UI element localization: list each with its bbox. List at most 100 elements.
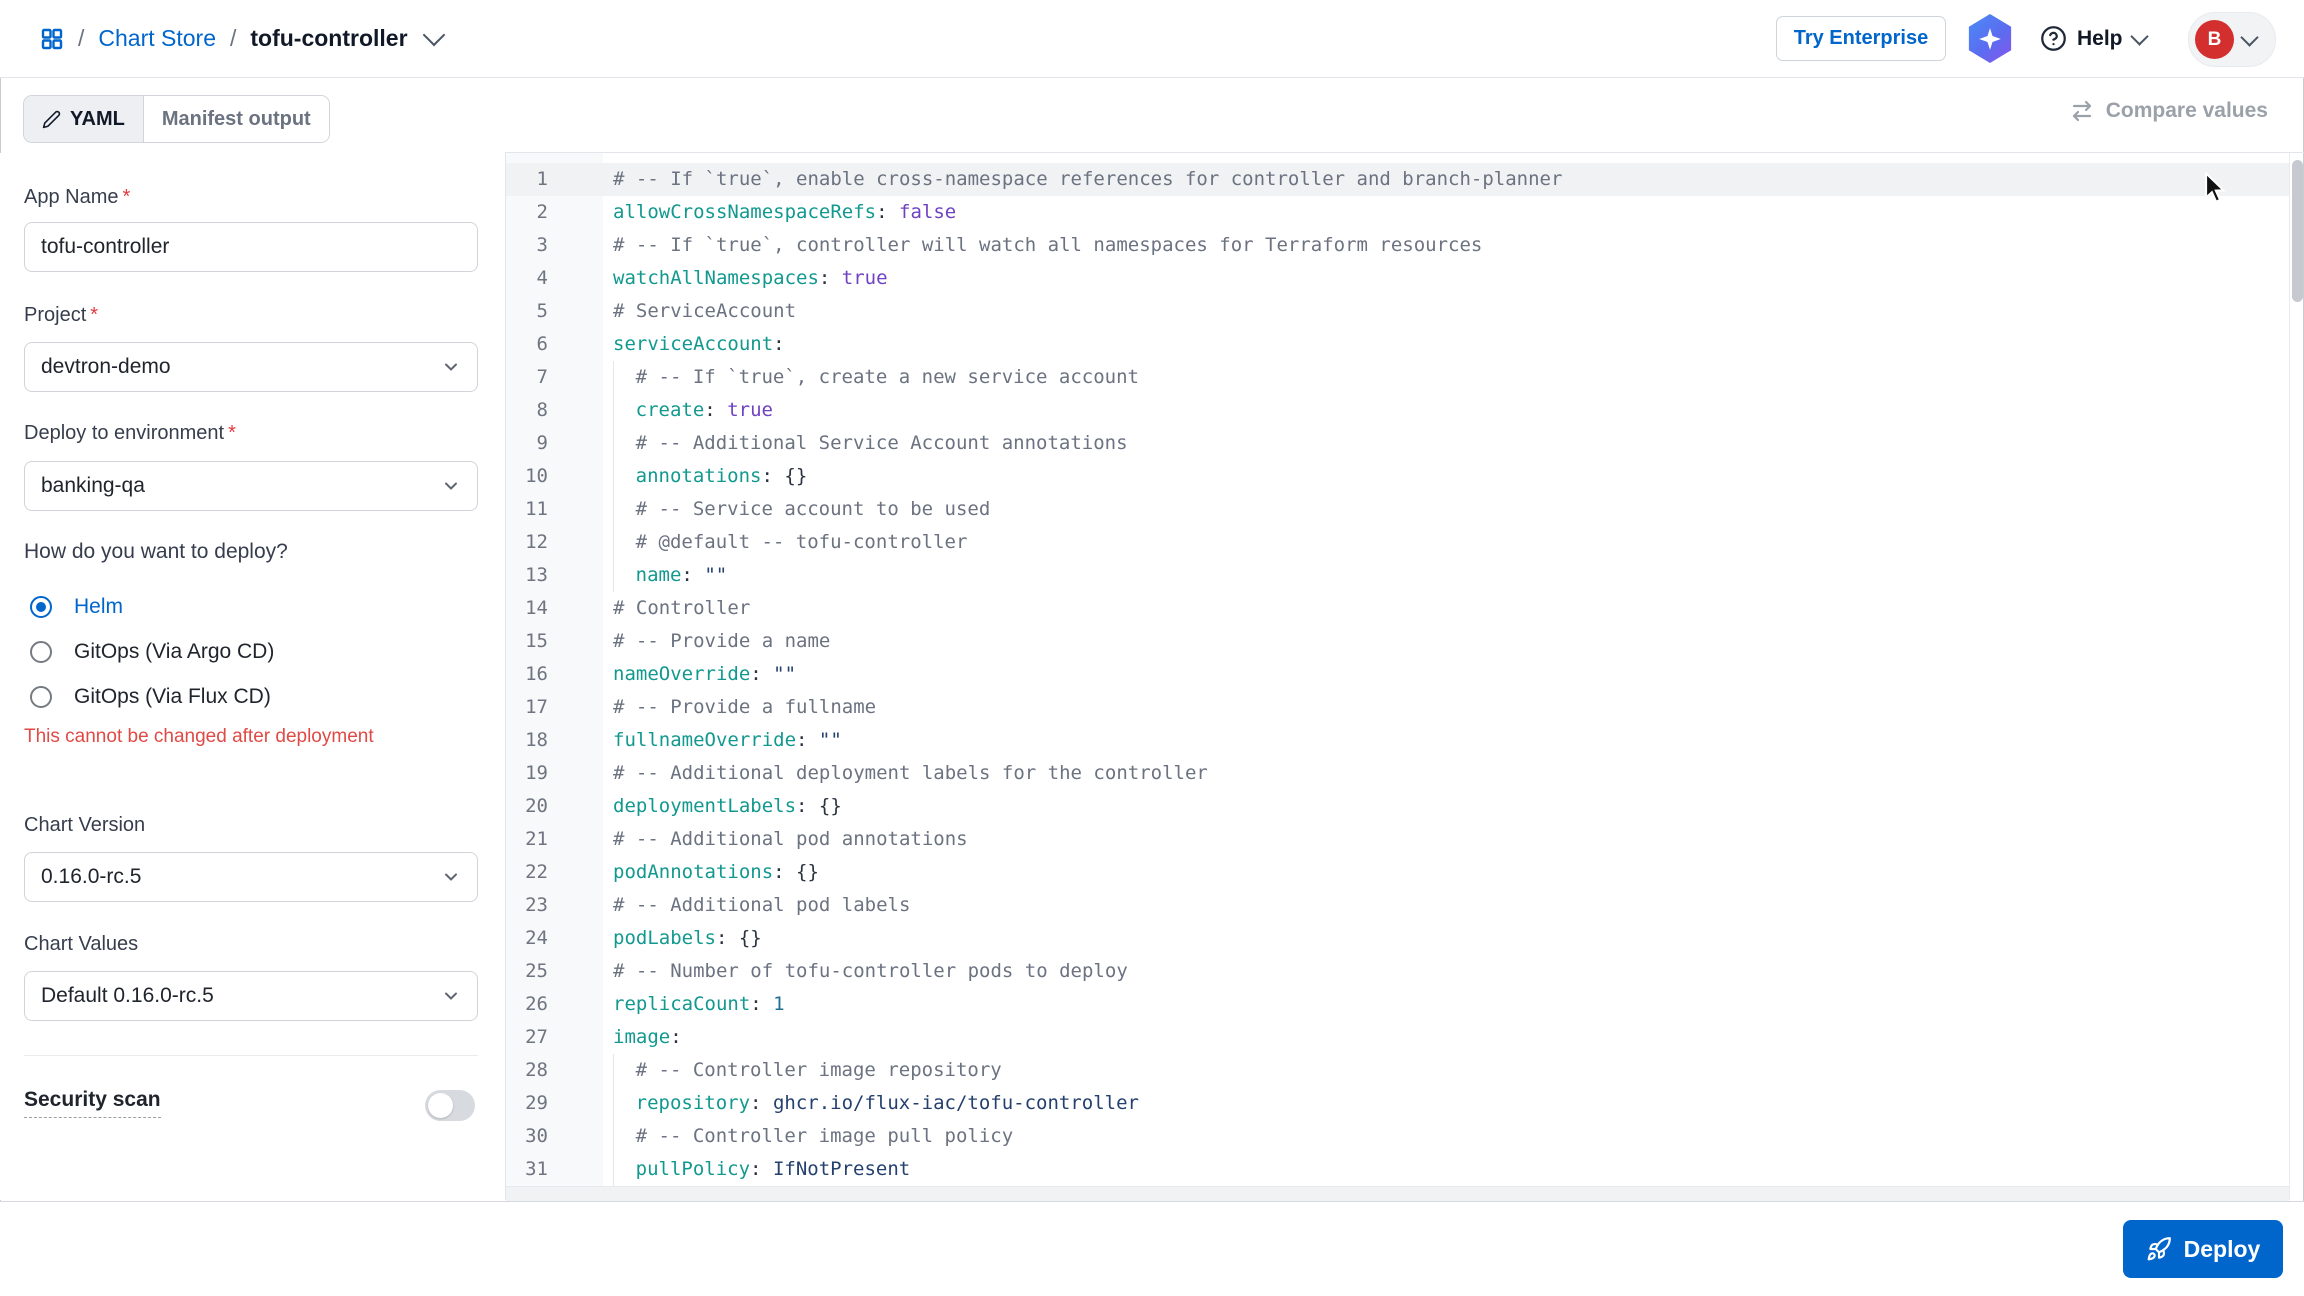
project-select[interactable]: devtron-demo: [24, 342, 478, 392]
line-number: 14: [525, 597, 548, 619]
deploy-option-gitops-flux[interactable]: GitOps (Via Flux CD): [30, 682, 271, 712]
code-text: replicaCount: 1: [613, 993, 785, 1015]
code-text: # @default -- tofu-controller: [635, 531, 968, 553]
deploy-option-gitops-argo[interactable]: GitOps (Via Argo CD): [30, 637, 274, 667]
chart-values-select[interactable]: Default 0.16.0-rc.5: [24, 971, 478, 1021]
code-line[interactable]: 29 repository: ghcr.io/flux-iac/tofu-cont…: [506, 1087, 2289, 1120]
swap-arrows-icon: [2070, 99, 2094, 123]
code-line[interactable]: 4 watchAllNamespaces: true: [506, 262, 2289, 295]
app-window: / Chart Store / tofu-controller Try Ente…: [0, 0, 2304, 1296]
line-number: 29: [525, 1092, 548, 1114]
code-line[interactable]: 12 # @default -- tofu-controller: [506, 526, 2289, 559]
code-line[interactable]: 21 # -- Additional pod annotations: [506, 823, 2289, 856]
code-line[interactable]: 6 serviceAccount:: [506, 328, 2289, 361]
line-number: 25: [525, 960, 548, 982]
code-line[interactable]: 11 # -- Service account to be used: [506, 493, 2289, 526]
code-line[interactable]: 14 # Controller: [506, 592, 2289, 625]
tab-manifest-output-label: Manifest output: [161, 107, 311, 130]
code-line[interactable]: 20 deploymentLabels: {}: [506, 790, 2289, 823]
code-line[interactable]: 13 name: "": [506, 559, 2289, 592]
line-number: 22: [525, 861, 548, 883]
breadcrumb-app-name: tofu-controller: [250, 25, 408, 51]
line-number: 13: [525, 564, 548, 586]
code-line[interactable]: 31 pullPolicy: IfNotPresent: [506, 1153, 2289, 1186]
code-line[interactable]: 25 # -- Number of tofu-controller pods to…: [506, 955, 2289, 988]
code-text: watchAllNamespaces: true: [613, 267, 888, 289]
radio-icon: [30, 686, 52, 708]
ai-assistant-icon[interactable]: [1968, 14, 2012, 63]
code-text: # -- If `true`, enable cross-namespace r…: [613, 168, 1563, 190]
required-marker: *: [228, 422, 236, 444]
help-chevron-down-icon: [2129, 26, 2149, 46]
chevron-down-icon: [441, 986, 461, 1006]
code-text: deploymentLabels: {}: [613, 795, 842, 817]
code-line[interactable]: 27 image:: [506, 1021, 2289, 1054]
code-line[interactable]: 18 fullnameOverride: "": [506, 724, 2289, 757]
code-line[interactable]: 15 # -- Provide a name: [506, 625, 2289, 658]
line-number: 17: [525, 696, 548, 718]
line-number: 28: [525, 1059, 548, 1081]
code-line[interactable]: 17 # -- Provide a fullname: [506, 691, 2289, 724]
chart-version-selected-value: 0.16.0-rc.5: [41, 865, 142, 888]
line-number: 30: [525, 1125, 548, 1147]
tab-manifest-output[interactable]: Manifest output: [143, 96, 329, 142]
code-line[interactable]: 3 # -- If `true`, controller will watch a…: [506, 229, 2289, 262]
line-number: 3: [536, 234, 548, 256]
code-line[interactable]: 1 # -- If `true`, enable cross-namespace …: [506, 163, 2289, 196]
deploy-option-helm[interactable]: Helm: [30, 592, 123, 622]
deploy-button[interactable]: Deploy: [2123, 1220, 2283, 1278]
code-line[interactable]: 30 # -- Controller image pull policy: [506, 1120, 2289, 1153]
radio-icon: [30, 641, 52, 663]
security-scan-toggle[interactable]: [425, 1090, 475, 1121]
toggle-knob: [428, 1093, 453, 1118]
line-number: 7: [536, 366, 548, 388]
code-text: # -- Provide a name: [613, 630, 831, 652]
code-line[interactable]: 7 # -- If `true`, create a new service ac…: [506, 361, 2289, 394]
user-menu[interactable]: B: [2188, 12, 2276, 67]
code-line[interactable]: 26 replicaCount: 1: [506, 988, 2289, 1021]
code-line[interactable]: 16 nameOverride: "": [506, 658, 2289, 691]
code-line[interactable]: 10 annotations: {}: [506, 460, 2289, 493]
code-line[interactable]: 24 podLabels: {}: [506, 922, 2289, 955]
code-text: # -- Additional Service Account annotati…: [635, 432, 1128, 454]
code-line[interactable]: 2 allowCrossNamespaceRefs: false: [506, 196, 2289, 229]
code-line[interactable]: 9 # -- Additional Service Account annotat…: [506, 427, 2289, 460]
app-name-input[interactable]: [24, 222, 478, 272]
help-menu[interactable]: Help: [2040, 0, 2149, 77]
line-number: 4: [536, 267, 548, 289]
line-number: 8: [536, 399, 548, 421]
line-number: 1: [536, 168, 548, 190]
code-line[interactable]: 19 # -- Additional deployment labels for …: [506, 757, 2289, 790]
code-text: # -- Controller image repository: [635, 1059, 1002, 1081]
rocket-icon: [2146, 1236, 2172, 1262]
line-number: 26: [525, 993, 548, 1015]
code-text: name: "": [635, 564, 728, 586]
tab-yaml[interactable]: YAML: [24, 96, 144, 142]
code-text: # -- If `true`, controller will watch al…: [613, 234, 1483, 256]
environment-select[interactable]: banking-qa: [24, 461, 478, 511]
chevron-down-icon: [441, 476, 461, 496]
apps-grid-icon[interactable]: [40, 27, 64, 51]
compare-values-button[interactable]: Compare values: [2070, 99, 2268, 123]
line-number: 31: [525, 1158, 548, 1180]
code-line[interactable]: 22 podAnnotations: {}: [506, 856, 2289, 889]
bottom-action-bar: [0, 1201, 2304, 1296]
try-enterprise-button[interactable]: Try Enterprise: [1776, 16, 1946, 61]
breadcrumb: / Chart Store / tofu-controller: [40, 0, 445, 77]
chart-version-label: Chart Version: [24, 814, 146, 836]
environment-label: Deploy to environment *: [24, 422, 236, 444]
deploy-option-label: GitOps (Via Argo CD): [74, 640, 275, 663]
line-number: 24: [525, 927, 548, 949]
vertical-scrollbar[interactable]: [2292, 160, 2303, 302]
code-line[interactable]: 28 # -- Controller image repository: [506, 1054, 2289, 1087]
breadcrumb-chart-store-link[interactable]: Chart Store: [98, 25, 216, 52]
code-line[interactable]: 23 # -- Additional pod labels: [506, 889, 2289, 922]
code-text: create: true: [635, 399, 773, 421]
horizontal-scrollbar[interactable]: [506, 1186, 2289, 1201]
code-line[interactable]: 8 create: true: [506, 394, 2289, 427]
deploy-button-label: Deploy: [2183, 1235, 2261, 1262]
breadcrumb-chevron-down-icon[interactable]: [422, 23, 445, 47]
code-line[interactable]: 5 # ServiceAccount: [506, 295, 2289, 328]
environment-selected-value: banking-qa: [41, 474, 145, 497]
chart-version-select[interactable]: 0.16.0-rc.5: [24, 852, 478, 902]
